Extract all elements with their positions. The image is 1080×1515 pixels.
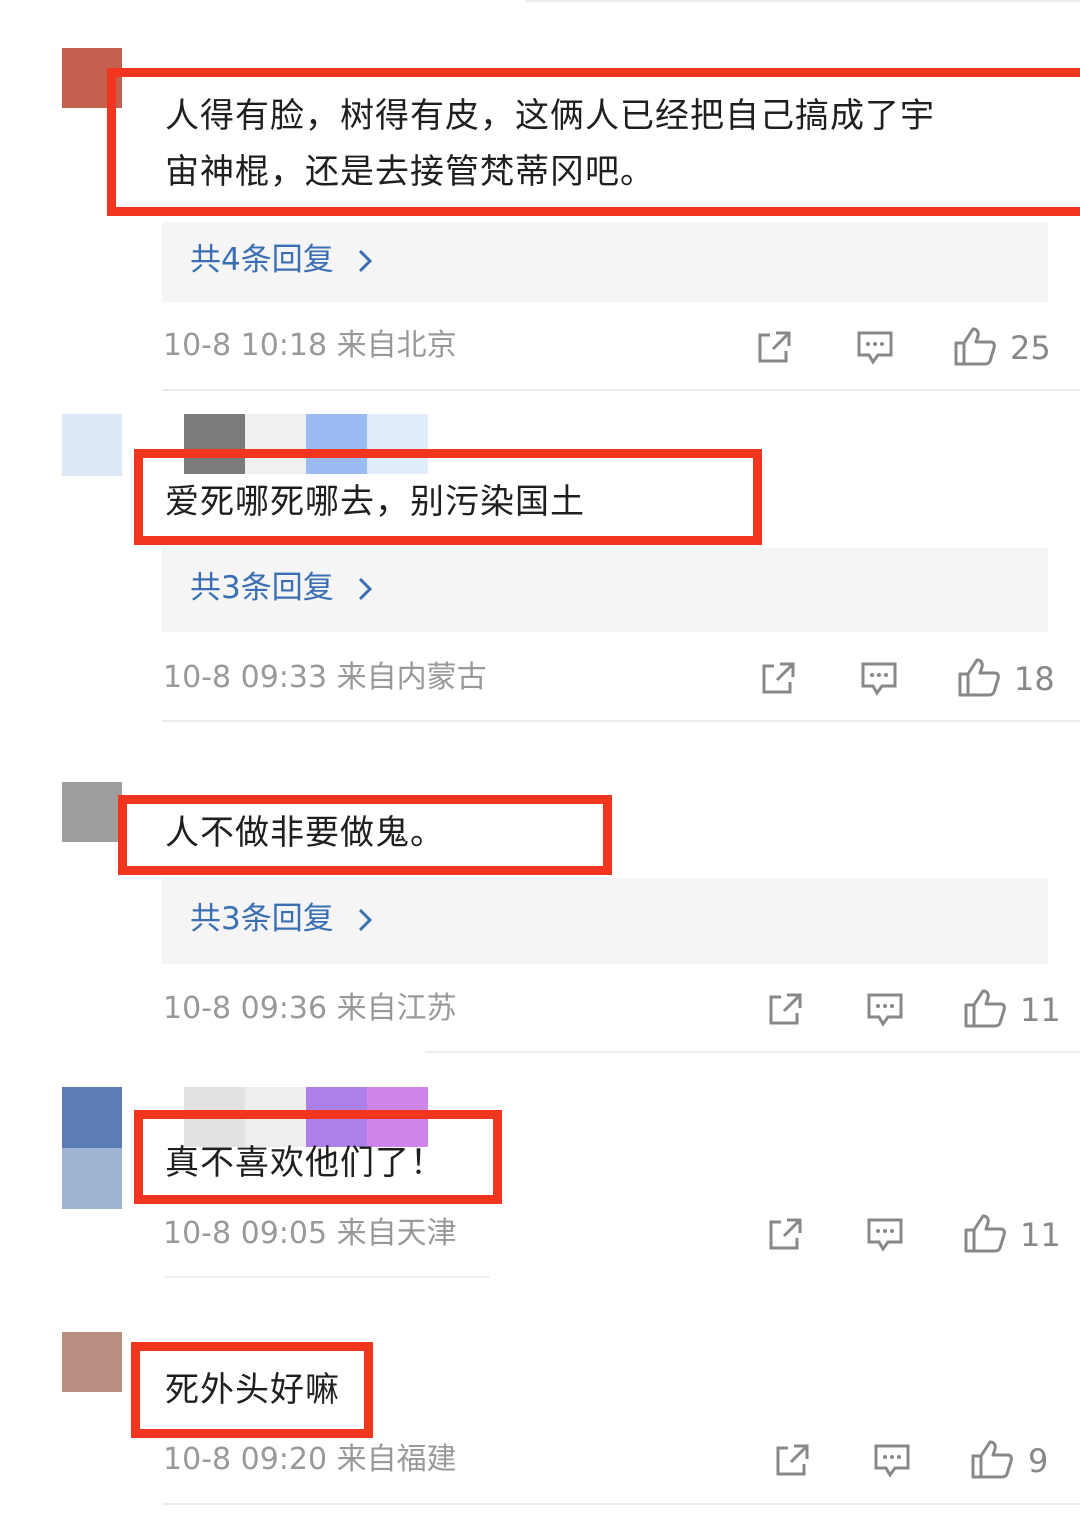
comment-divider: [165, 1276, 490, 1278]
avatar[interactable]: [62, 1087, 122, 1209]
share-icon[interactable]: [760, 661, 796, 695]
like-count: 25: [1010, 329, 1051, 367]
comment-divider: [162, 720, 1080, 722]
location: 来自内蒙古: [336, 660, 487, 695]
chevron-right-icon: [358, 577, 372, 601]
replies-panel[interactable]: 共3条回复: [162, 878, 1048, 964]
chevron-right-icon: [358, 908, 372, 932]
replies-link[interactable]: 共3条回复: [190, 568, 334, 608]
highlight-box: [107, 68, 1080, 216]
replies-link[interactable]: 共4条回复: [190, 240, 334, 280]
highlight-box: [118, 795, 612, 875]
comment-meta: 10-8 09:36 来自江苏: [163, 989, 457, 1029]
like-icon[interactable]: [963, 987, 1007, 1029]
replies-panel[interactable]: 共4条回复: [162, 222, 1048, 302]
location: 来自天津: [336, 1216, 457, 1251]
replies-panel[interactable]: 共3条回复: [162, 548, 1048, 632]
highlight-box: [134, 1110, 502, 1204]
share-icon[interactable]: [767, 1217, 803, 1251]
comment-meta: 10-8 09:20 来自福建: [163, 1440, 457, 1480]
avatar[interactable]: [62, 414, 122, 476]
comment-icon[interactable]: [866, 992, 904, 1028]
avatar[interactable]: [62, 1332, 122, 1392]
timestamp: 10-8 09:36: [163, 991, 328, 1026]
timestamp: 10-8 09:05: [163, 1216, 328, 1251]
like-count: 11: [1020, 991, 1061, 1029]
comment-meta: 10-8 10:18 来自北京: [163, 326, 457, 366]
comment-divider: [425, 1051, 1080, 1053]
comment-divider: [162, 389, 1080, 391]
location: 来自江苏: [336, 991, 457, 1026]
highlight-box: [134, 449, 762, 545]
comment-icon[interactable]: [866, 1217, 904, 1253]
like-count: 11: [1020, 1216, 1061, 1254]
timestamp: 10-8 10:18: [163, 328, 328, 363]
like-icon[interactable]: [953, 325, 997, 367]
share-icon[interactable]: [756, 330, 792, 364]
replies-link[interactable]: 共3条回复: [190, 899, 334, 939]
highlight-box: [131, 1342, 373, 1438]
timestamp: 10-8 09:20: [163, 1442, 328, 1477]
avatar[interactable]: [62, 782, 122, 842]
timestamp: 10-8 09:33: [163, 660, 328, 695]
comment-meta: 10-8 09:33 来自内蒙古: [163, 658, 487, 698]
like-count: 9: [1028, 1442, 1049, 1480]
comment-divider: [162, 1503, 1080, 1505]
comment-icon[interactable]: [856, 330, 894, 366]
top-divider: [525, 0, 1080, 2]
comment-icon[interactable]: [873, 1443, 911, 1479]
location: 来自北京: [336, 328, 457, 363]
chevron-right-icon: [358, 249, 372, 273]
share-icon[interactable]: [774, 1443, 810, 1477]
comment-icon[interactable]: [860, 661, 898, 697]
like-count: 18: [1014, 660, 1055, 698]
like-icon[interactable]: [963, 1212, 1007, 1254]
location: 来自福建: [336, 1442, 457, 1477]
like-icon[interactable]: [957, 656, 1001, 698]
like-icon[interactable]: [970, 1438, 1014, 1480]
share-icon[interactable]: [767, 992, 803, 1026]
comment-meta: 10-8 09:05 来自天津: [163, 1214, 457, 1254]
